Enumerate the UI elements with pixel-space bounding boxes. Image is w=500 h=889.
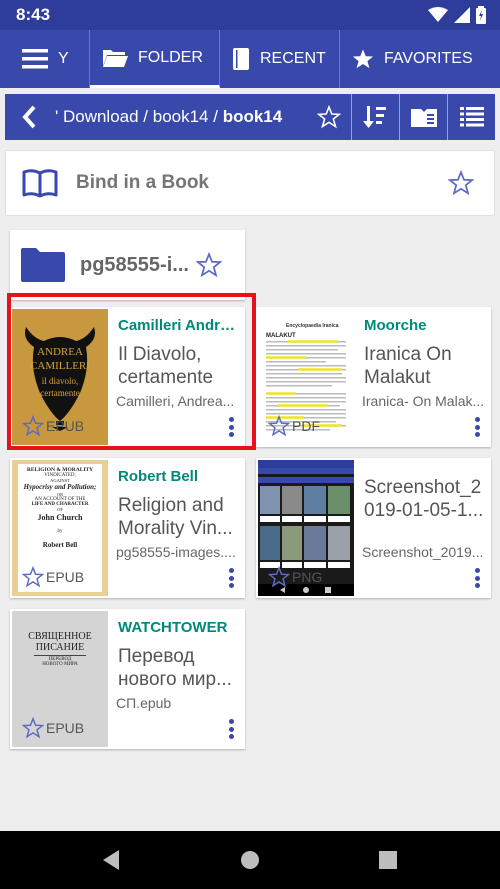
cover-divider <box>34 655 86 656</box>
cover-title: il diavolo, certamente <box>40 376 80 398</box>
cover-line: OF <box>57 507 63 512</box>
book-title: Перевод нового мир... <box>118 646 232 690</box>
cover-line: НОВОГО МИРА <box>42 662 78 667</box>
sort-icon <box>362 106 386 128</box>
tab-favorites[interactable]: FAVORITES <box>340 30 500 88</box>
book-format: EPUB <box>46 720 85 736</box>
star-outline-icon[interactable] <box>22 566 44 588</box>
signal-icon <box>454 7 470 23</box>
book-author: Camilleri Andrea... <box>118 317 242 334</box>
tab-recent[interactable]: RECENT <box>220 30 340 88</box>
more-options-button[interactable] <box>473 568 481 588</box>
star-outline-icon[interactable] <box>22 717 44 739</box>
book-title: Iranica On Malakut <box>364 344 452 388</box>
book-format: EPUB <box>46 569 85 585</box>
star-outline-icon <box>317 105 341 129</box>
star-outline-icon[interactable] <box>448 170 474 196</box>
book-card[interactable]: Screenshot_2 019-01-05-1... Screenshot_2… <box>256 458 491 598</box>
book-filename: pg58555-images.... <box>116 544 236 560</box>
tab-menu-label: Y <box>58 50 69 67</box>
chevron-left-icon <box>22 105 36 129</box>
tab-recent-label: RECENT <box>260 50 326 67</box>
cover-line: John Church <box>37 513 83 522</box>
cover-line: ПИСАНИЕ <box>35 642 85 653</box>
tab-folder[interactable]: FOLDER <box>90 30 220 88</box>
more-options-button[interactable] <box>227 417 235 437</box>
book-view-icon <box>410 109 437 127</box>
book-title: Il Diavolo, certamente <box>118 344 214 388</box>
breadcrumb[interactable]: ' Download / book14 / book14 <box>53 107 307 127</box>
more-options-button[interactable] <box>227 719 235 739</box>
folder-icon <box>21 248 65 282</box>
favorite-folder-button[interactable] <box>307 94 351 140</box>
tab-bar: Y FOLDER RECENT FAVORITES <box>0 30 500 88</box>
battery-icon <box>476 6 486 24</box>
book-card[interactable]: Encyclopaedia Iranica MALAKUT Moorche Ir… <box>256 307 491 447</box>
cover-author: ANDREA CAMILLERI <box>30 346 90 372</box>
tab-menu[interactable]: Y <box>0 30 90 88</box>
sort-button[interactable] <box>351 94 399 140</box>
book-card[interactable]: СВЯЩЕННОЕ ПИСАНИЕ ПЕРЕВОД НОВОГО МИРА WA… <box>10 609 245 749</box>
book-filename: Iranica- On Malak... <box>362 393 485 409</box>
star-outline-icon[interactable] <box>22 415 44 437</box>
menu-icon <box>22 49 48 69</box>
list-icon <box>459 107 484 127</box>
book-card[interactable]: RELIGION & MORALITY VINDICATED, AGAINST … <box>10 458 245 598</box>
bind-in-book-card[interactable]: Bind in a Book <box>5 150 495 216</box>
book-view-button[interactable] <box>399 94 447 140</box>
navigation-bar <box>0 831 500 889</box>
book-format: PNG <box>292 569 323 585</box>
folder-name: pg58555-i... <box>80 253 189 276</box>
back-triangle-icon[interactable] <box>101 849 121 871</box>
list-view-button[interactable] <box>447 94 495 140</box>
breadcrumb-path: ' Download / book14 / <box>55 107 223 126</box>
star-outline-icon[interactable] <box>268 566 290 588</box>
folder-open-icon <box>103 49 128 67</box>
book-filename: Camilleri, Andrea... <box>116 393 235 409</box>
home-circle-icon[interactable] <box>240 849 260 871</box>
more-options-button[interactable] <box>227 568 235 588</box>
recents-square-icon[interactable] <box>378 849 398 871</box>
back-button[interactable] <box>5 94 53 140</box>
path-bar: ' Download / book14 / book14 <box>5 94 495 140</box>
bind-in-book-label: Bind in a Book <box>76 172 209 193</box>
book-filename: Screenshot_2019... <box>362 544 484 560</box>
breadcrumb-current: book14 <box>222 107 283 126</box>
book-card[interactable]: ANDREA CAMILLERI il diavolo, certamente … <box>10 307 245 447</box>
book-title: Religion and Morality Vin... <box>118 495 233 539</box>
status-time: 8:43 <box>16 5 51 24</box>
star-outline-icon[interactable] <box>196 252 222 278</box>
book-filename: СП.epub <box>116 695 172 711</box>
more-options-button[interactable] <box>473 417 481 437</box>
book-author: WATCHTOWER <box>118 619 228 636</box>
recent-file-icon <box>233 48 249 70</box>
open-book-icon <box>22 169 58 198</box>
cover-line: by <box>57 529 63 534</box>
tab-favorites-label: FAVORITES <box>384 50 473 67</box>
book-author: Moorche <box>364 317 427 334</box>
cover-line: Hypocrisy and Pollution; <box>23 483 97 491</box>
star-outline-icon[interactable] <box>268 415 290 437</box>
wifi-icon <box>428 7 448 22</box>
book-author: Robert Bell <box>118 468 199 485</box>
cover-line: Robert Bell <box>42 541 78 549</box>
cover-line: СВЯЩЕННОЕ <box>28 631 92 642</box>
star-icon <box>352 49 374 69</box>
status-bar: 8:43 <box>0 0 500 30</box>
folder-card[interactable]: pg58555-i... <box>10 230 245 300</box>
book-format: EPUB <box>46 418 85 434</box>
book-format: PDF <box>292 418 320 434</box>
cover-header: Encyclopaedia Iranica <box>286 323 339 329</box>
tab-folder-label: FOLDER <box>138 48 203 66</box>
status-icons <box>428 6 486 24</box>
book-title: Screenshot_2 019-01-05-1... <box>364 477 484 521</box>
